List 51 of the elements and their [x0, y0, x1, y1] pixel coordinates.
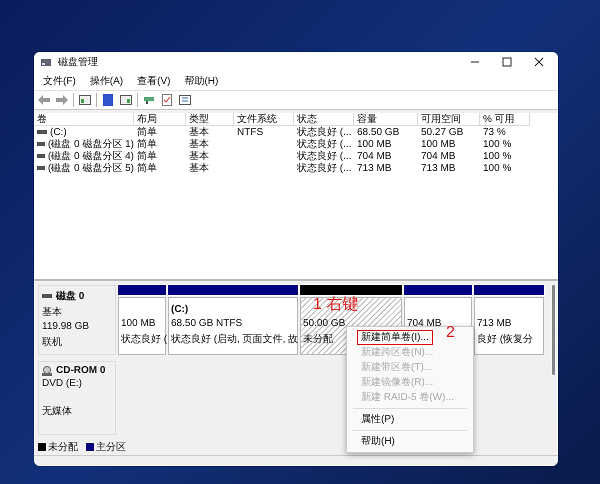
table-cell-text: 简单: [137, 150, 157, 162]
disk-info: DVD (E:): [42, 378, 83, 390]
partition-info: 100 MB: [121, 318, 156, 330]
table-cell: 713 MB: [357, 162, 392, 174]
disk-name: CD-ROM 0: [56, 365, 106, 376]
table-cell: 713 MB: [421, 162, 456, 174]
table-cell: 100 MB: [357, 138, 392, 150]
table-cell-text: 基本: [189, 150, 209, 162]
table-cell: 68.50 GB: [357, 126, 400, 138]
table-cell: 100 MB: [421, 138, 456, 150]
disk-info: 无媒体: [42, 405, 73, 418]
table-cell-text: 简单: [137, 138, 157, 150]
table-cell: (C:): [50, 126, 67, 138]
partition-info: 状态良好 (: [121, 332, 168, 346]
disk-info: 联机: [42, 336, 63, 349]
partition-info: 68.50 GB NTFS: [171, 318, 242, 330]
table-cell-text: 状态良好 (...: [297, 138, 352, 150]
partition-info: 713 MB: [477, 318, 512, 330]
table-cell: 100 %: [483, 138, 512, 150]
annotation-label: 2: [446, 324, 455, 342]
legend-label: 未分配: [48, 440, 78, 454]
table-cell-text: 基本: [189, 126, 209, 138]
disk-info: 基本: [42, 306, 63, 319]
table-cell: 73 %: [483, 126, 506, 138]
disk-info: 119.98 GB: [42, 321, 90, 333]
table-cell-text: 基本: [189, 138, 209, 150]
disk-name: 磁盘 0: [56, 290, 84, 303]
table-cell-text: 简单: [137, 162, 157, 175]
table-cell-text: 状态良好 (...: [297, 150, 352, 162]
table-cell: 704 MB: [421, 150, 456, 162]
table-cell: 100 %: [483, 150, 512, 162]
partition-info: 50.00 GB: [303, 318, 346, 330]
table-cell: NTFS: [237, 126, 264, 138]
table-cell-text: (磁盘 0 磁盘分区 1): [48, 138, 134, 151]
table-cell-text: (磁盘 0 磁盘分区 5): [48, 162, 134, 175]
partition-info: 704 MB: [407, 318, 442, 330]
table-cell-text: 状态良好 (...: [297, 162, 352, 175]
annotation-label: 1 右键: [313, 296, 358, 314]
table-cell-text: 简单: [137, 126, 157, 138]
table-cell: 100 %: [483, 162, 512, 174]
window-title: 磁盘管理: [58, 56, 99, 69]
table-cell-text: (磁盘 0 磁盘分区 4): [48, 150, 134, 163]
table-cell: 704 MB: [357, 150, 392, 162]
partition-info: 未分配: [303, 332, 333, 346]
partition-title: (C:): [171, 304, 188, 316]
table-cell: 50.27 GB: [421, 126, 464, 138]
table-cell-text: 状态良好 (...: [297, 126, 352, 138]
partition-info: 状态良好 (启动, 页面文件, 故: [171, 332, 298, 346]
legend-label: 主分区: [96, 440, 126, 454]
table-cell-text: 基本: [189, 162, 209, 175]
partition-info: 良好 (恢复分: [477, 332, 534, 346]
